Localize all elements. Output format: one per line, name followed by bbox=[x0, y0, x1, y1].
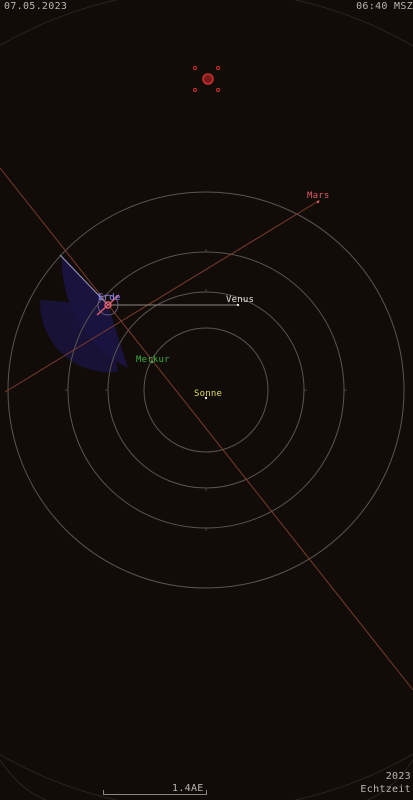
corner-arc-bl bbox=[0, 759, 47, 800]
scale-tick-right bbox=[206, 790, 207, 795]
mode-label[interactable]: Echtzeit bbox=[360, 784, 411, 795]
date-label[interactable]: 07.05.2023 bbox=[4, 1, 67, 12]
scale-bar bbox=[103, 794, 207, 795]
year-label[interactable]: 2023 bbox=[386, 771, 411, 782]
orbit-canvas bbox=[0, 0, 413, 800]
mars-symbol-icon bbox=[193, 66, 220, 92]
sonne-label[interactable]: Sonne bbox=[194, 389, 222, 399]
venus-label[interactable]: Venus bbox=[226, 295, 254, 305]
mars-dot bbox=[316, 200, 320, 204]
mars-label[interactable]: Mars bbox=[307, 191, 329, 201]
merkur-label[interactable]: Merkur bbox=[136, 355, 170, 365]
erde-label[interactable]: Erde bbox=[98, 293, 120, 303]
solar-system-view[interactable]: 07.05.2023 06:40 MSZ Mars Venus Erde Mer… bbox=[0, 0, 413, 800]
sun-earth-line bbox=[0, 167, 413, 691]
scale-tick-left bbox=[103, 790, 104, 795]
scale-label[interactable]: 1.4AE bbox=[172, 783, 204, 794]
time-label[interactable]: 06:40 MSZ bbox=[356, 1, 413, 12]
outer-arc bbox=[0, 0, 413, 800]
